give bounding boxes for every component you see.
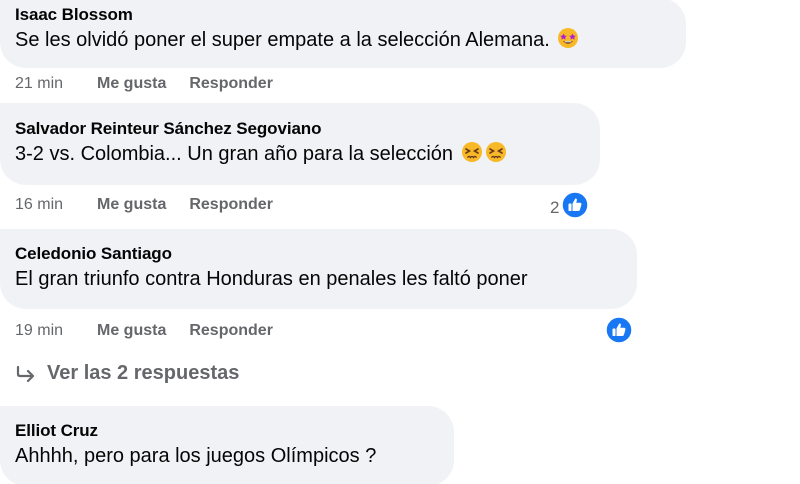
comment: Isaac Blossom Se les olvidó poner el sup…	[0, 0, 686, 68]
comment-bubble: Elliot Cruz Ahhhh, pero para los juegos …	[0, 406, 454, 484]
comment-text: El gran triunfo contra Honduras en penal…	[15, 268, 528, 290]
reply-button[interactable]: Responder	[189, 75, 273, 93]
comment-author[interactable]: Isaac Blossom	[15, 4, 672, 26]
comment-author[interactable]: Celedonio Santiago	[15, 243, 623, 265]
comment-timestamp[interactable]: 16 min	[15, 196, 97, 214]
comment-text: Se les olvidó poner el super empate a la…	[15, 26, 672, 57]
like-button[interactable]: Me gusta	[97, 196, 166, 214]
thumbs-up-icon	[561, 191, 590, 224]
persevering-face-emoji	[485, 141, 507, 171]
view-replies-label: Ver las 2 respuestas	[47, 362, 240, 384]
comment-bubble: Isaac Blossom Se les olvidó poner el sup…	[0, 0, 686, 68]
comment: Salvador Reinteur Sánchez Segoviano 3-2 …	[0, 103, 600, 185]
comment-text-content: 3-2 vs. Colombia... Un gran año para la …	[15, 143, 454, 165]
reply-button[interactable]: Responder	[189, 322, 273, 340]
comment-actions: 19 min Me gusta Responder	[15, 319, 273, 343]
comment-text-content: Se les olvidó poner el super empate a la…	[15, 29, 550, 51]
star-struck-emoji	[557, 27, 579, 57]
reply-button[interactable]: Responder	[189, 196, 273, 214]
reply-arrow-icon	[15, 365, 37, 383]
comment-timestamp[interactable]: 21 min	[15, 75, 97, 93]
comment-actions: 21 min Me gusta Responder	[15, 72, 273, 96]
comment: Elliot Cruz Ahhhh, pero para los juegos …	[0, 406, 454, 484]
comment-author[interactable]: Salvador Reinteur Sánchez Segoviano	[15, 118, 586, 140]
comment-actions: 16 min Me gusta Responder	[15, 193, 273, 217]
reaction-summary[interactable]: 2	[550, 191, 590, 224]
comment-bubble: Celedonio Santiago El gran triunfo contr…	[0, 229, 637, 309]
reaction-summary[interactable]	[605, 316, 633, 349]
reaction-count: 2	[550, 197, 560, 217]
like-button[interactable]: Me gusta	[97, 322, 166, 340]
persevering-face-emoji	[461, 141, 483, 171]
like-button[interactable]: Me gusta	[97, 75, 166, 93]
comment-author[interactable]: Elliot Cruz	[15, 420, 440, 442]
comment-bubble: Salvador Reinteur Sánchez Segoviano 3-2 …	[0, 103, 600, 185]
comment: Celedonio Santiago El gran triunfo contr…	[0, 229, 637, 309]
comment-text: 3-2 vs. Colombia... Un gran año para la …	[15, 140, 586, 171]
thumbs-up-icon	[605, 316, 633, 349]
comments-thread: Isaac Blossom Se les olvidó poner el sup…	[0, 0, 800, 484]
comment-timestamp[interactable]: 19 min	[15, 322, 97, 340]
view-replies-link[interactable]: Ver las 2 respuestas	[15, 362, 239, 385]
comment-text: Ahhhh, pero para los juegos Olímpicos ?	[15, 445, 377, 467]
